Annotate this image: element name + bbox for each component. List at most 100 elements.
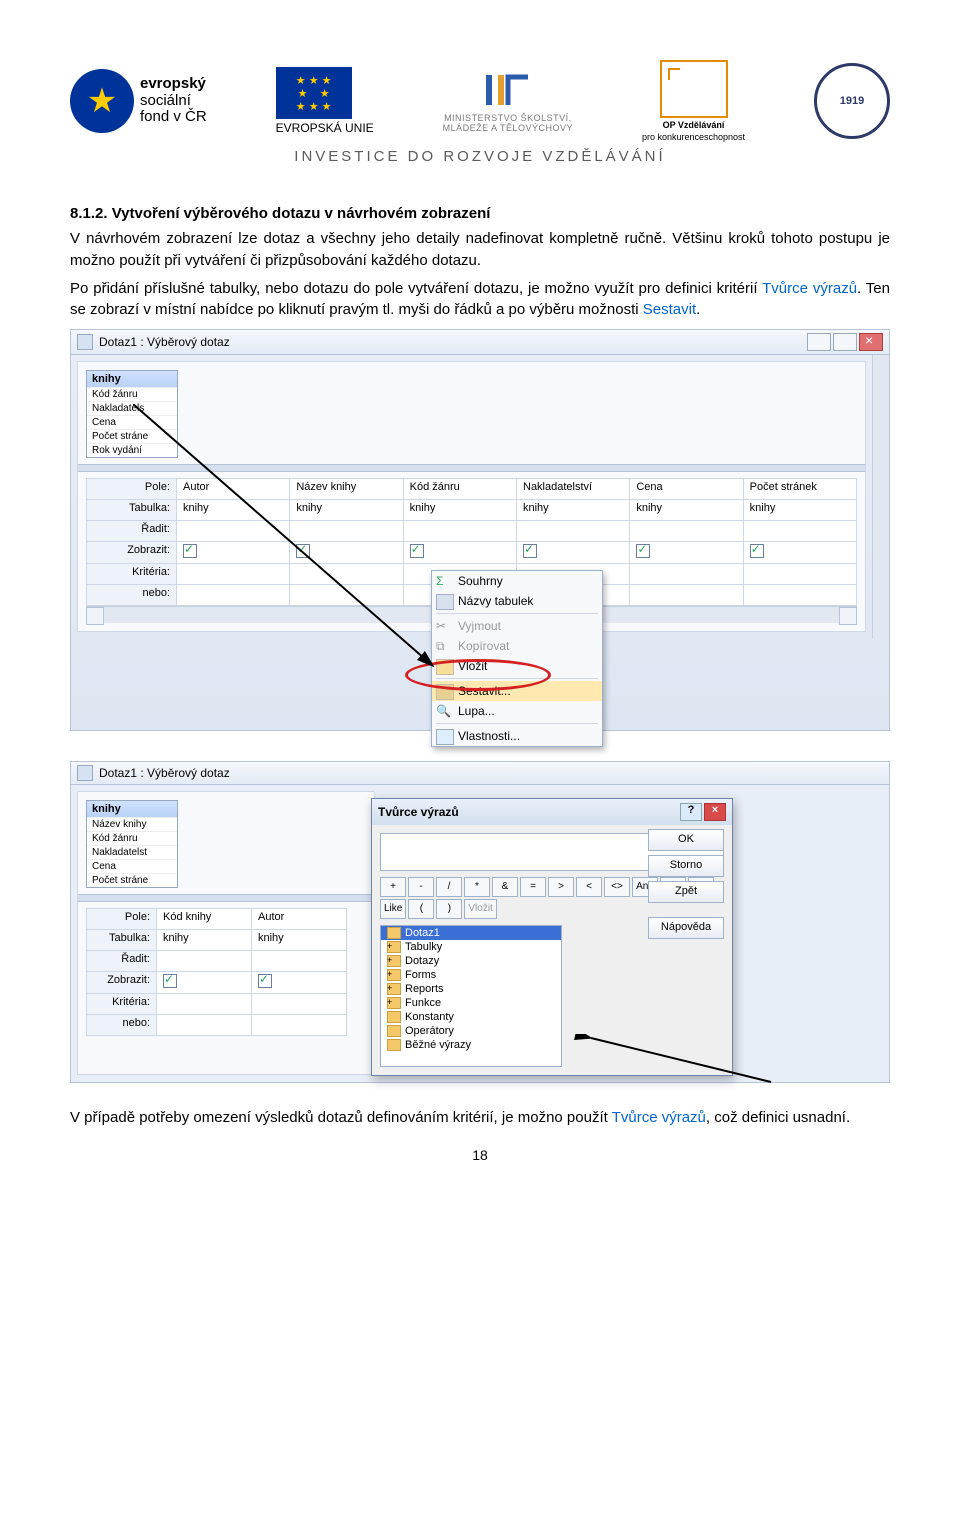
qbe-cell[interactable] — [404, 521, 517, 542]
v-scrollbar[interactable] — [872, 355, 889, 638]
qbe-cell[interactable] — [744, 585, 857, 606]
qbe-cell[interactable] — [177, 521, 290, 542]
qbe-cell[interactable] — [252, 994, 347, 1015]
qbe-grid-2[interactable]: Pole: Kód knihy Autor Tabulka: knihy kni… — [86, 908, 347, 1036]
scroll-left-icon[interactable] — [86, 607, 104, 625]
qbe-cell[interactable]: knihy — [630, 500, 743, 521]
storno-button[interactable]: Storno — [648, 855, 724, 877]
op-button[interactable]: > — [548, 877, 574, 897]
checkbox-icon[interactable] — [163, 974, 177, 988]
menu-nazvy-tabulek[interactable]: Názvy tabulek — [432, 591, 602, 611]
checkbox-icon[interactable] — [410, 544, 424, 558]
qbe-cell[interactable] — [744, 564, 857, 585]
qbe-cell[interactable] — [157, 951, 252, 972]
qbe-cell[interactable]: knihy — [290, 500, 403, 521]
menu-vlozit[interactable]: Vložit — [432, 656, 602, 676]
splitter-2[interactable] — [78, 894, 374, 902]
qbe-cell-show[interactable] — [252, 972, 347, 994]
qbe-cell[interactable]: Kód žánru — [404, 479, 517, 500]
close-button[interactable] — [859, 333, 883, 351]
vlozit-op-button[interactable]: Vložit — [464, 899, 496, 919]
field-item[interactable]: Cena — [87, 859, 177, 873]
category-tree[interactable]: Dotaz1 Tabulky Dotazy Forms Reports Funk… — [380, 925, 562, 1067]
op-button[interactable]: Like — [380, 899, 406, 919]
qbe-cell[interactable] — [744, 521, 857, 542]
qbe-cell-show[interactable] — [744, 542, 857, 564]
qbe-cell[interactable]: knihy — [252, 930, 347, 951]
tree-item[interactable]: Tabulky — [381, 940, 561, 954]
checkbox-icon[interactable] — [258, 974, 272, 988]
qbe-cell[interactable] — [157, 1015, 252, 1036]
table-fieldlist-2[interactable]: knihy Název knihy Kód žánru Nakladatelst… — [86, 800, 178, 888]
ok-button[interactable]: OK — [648, 829, 724, 851]
qbe-cell[interactable] — [630, 585, 743, 606]
checkbox-icon[interactable] — [183, 544, 197, 558]
tree-item[interactable]: Forms — [381, 968, 561, 982]
op-button[interactable]: < — [576, 877, 602, 897]
qbe-cell[interactable]: Autor — [252, 909, 347, 930]
op-button[interactable]: <> — [604, 877, 630, 897]
scroll-right-icon[interactable] — [839, 607, 857, 625]
qbe-cell-show[interactable] — [157, 972, 252, 994]
tree-item[interactable]: Konstanty — [381, 1010, 561, 1024]
qbe-cell-show[interactable] — [517, 542, 630, 564]
field-item[interactable]: Kód žánru — [87, 387, 177, 401]
minimize-button[interactable] — [807, 333, 831, 351]
checkbox-icon[interactable] — [750, 544, 764, 558]
tree-item[interactable]: Reports — [381, 982, 561, 996]
op-button[interactable]: + — [380, 877, 406, 897]
tree-item[interactable]: Operátory — [381, 1024, 561, 1038]
qbe-cell[interactable] — [290, 585, 403, 606]
zpet-button[interactable]: Zpět — [648, 881, 724, 903]
qbe-cell[interactable]: Počet stránek — [744, 479, 857, 500]
tree-item-selected[interactable]: Dotaz1 — [381, 926, 561, 940]
op-button[interactable]: / — [436, 877, 462, 897]
qbe-cell[interactable] — [177, 585, 290, 606]
qbe-cell-show[interactable] — [630, 542, 743, 564]
qbe-cell[interactable] — [157, 994, 252, 1015]
qbe-cell[interactable] — [252, 951, 347, 972]
qbe-cell[interactable] — [290, 564, 403, 585]
field-item[interactable]: Nakladatelst — [87, 845, 177, 859]
op-button[interactable]: ( — [408, 899, 434, 919]
checkbox-icon[interactable] — [523, 544, 537, 558]
field-item[interactable]: Nakladatels — [87, 401, 177, 415]
qbe-cell[interactable]: Kód knihy — [157, 909, 252, 930]
qbe-cell[interactable]: Cena — [630, 479, 743, 500]
qbe-cell[interactable]: knihy — [157, 930, 252, 951]
dialog-help-button[interactable]: ? — [680, 803, 702, 821]
qbe-cell[interactable]: Autor — [177, 479, 290, 500]
tree-item[interactable]: Funkce — [381, 996, 561, 1010]
qbe-cell[interactable]: knihy — [517, 500, 630, 521]
op-button[interactable]: = — [520, 877, 546, 897]
menu-vlastnosti[interactable]: Vlastnosti... — [432, 726, 602, 746]
qbe-cell-show[interactable] — [177, 542, 290, 564]
field-item[interactable]: Název knihy — [87, 817, 177, 831]
qbe-cell[interactable] — [290, 521, 403, 542]
checkbox-icon[interactable] — [636, 544, 650, 558]
dialog-close-button[interactable]: × — [704, 803, 726, 821]
field-item[interactable]: Počet stráne — [87, 429, 177, 443]
menu-sestavit[interactable]: Sestavit... — [432, 681, 602, 701]
qbe-cell[interactable] — [630, 521, 743, 542]
qbe-cell[interactable]: knihy — [404, 500, 517, 521]
qbe-cell-show[interactable] — [404, 542, 517, 564]
splitter[interactable] — [78, 464, 865, 472]
op-button[interactable]: & — [492, 877, 518, 897]
qbe-cell[interactable]: knihy — [177, 500, 290, 521]
op-button[interactable]: * — [464, 877, 490, 897]
menu-souhrny[interactable]: ΣSouhrny — [432, 571, 602, 591]
qbe-cell[interactable] — [630, 564, 743, 585]
op-button[interactable]: - — [408, 877, 434, 897]
qbe-cell[interactable]: Název knihy — [290, 479, 403, 500]
table-fieldlist[interactable]: knihy Kód žánru Nakladatels Cena Počet s… — [86, 370, 178, 458]
tree-item[interactable]: Běžné výrazy — [381, 1038, 561, 1052]
field-item[interactable]: Rok vydání — [87, 443, 177, 457]
napoveda-button[interactable]: Nápověda — [648, 917, 724, 939]
field-item[interactable]: Počet stráne — [87, 873, 177, 887]
qbe-cell[interactable]: knihy — [744, 500, 857, 521]
checkbox-icon[interactable] — [296, 544, 310, 558]
op-button[interactable]: ) — [436, 899, 462, 919]
field-item[interactable]: Kód žánru — [87, 831, 177, 845]
tree-item[interactable]: Dotazy — [381, 954, 561, 968]
